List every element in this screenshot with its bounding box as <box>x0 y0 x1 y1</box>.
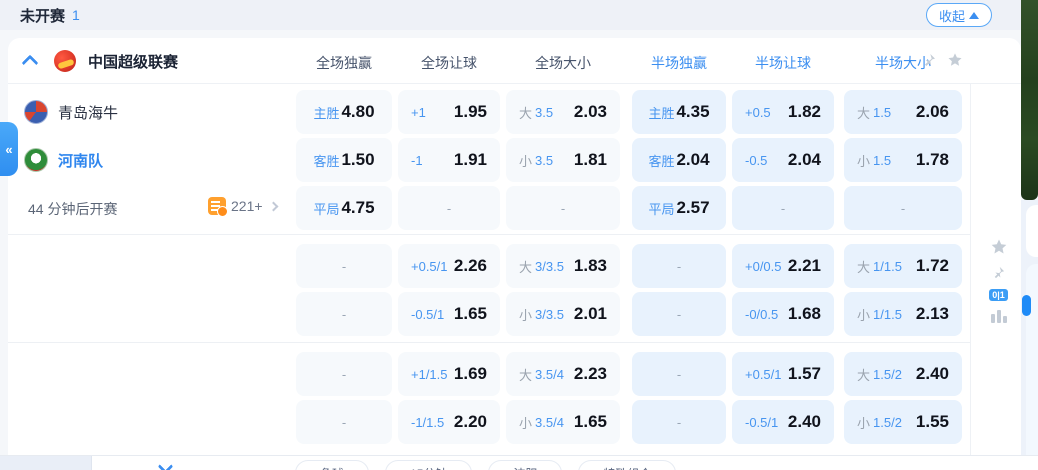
home-team-logo <box>24 100 48 124</box>
odds-cell-r4c2[interactable]: 小3/3.52.01 <box>506 292 620 336</box>
odds-cell-r5c5[interactable]: 大1.5/22.40 <box>844 352 962 396</box>
odds-cell-r3c5[interactable]: 大1/1.51.72 <box>844 244 962 288</box>
pin-icon[interactable] <box>921 52 937 68</box>
odds-cell-r3c2[interactable]: 大3/3.51.83 <box>506 244 620 288</box>
match-count: 1 <box>72 7 80 23</box>
more-markets-link[interactable]: 221+ <box>208 197 277 215</box>
odds-cell-r2c2: - <box>506 186 620 230</box>
odds-cell-r3c0: - <box>296 244 392 288</box>
right-blue-button-edge[interactable] <box>1022 295 1031 316</box>
odds-cell-r3c1[interactable]: +0.5/12.26 <box>398 244 500 288</box>
odds-cell-r2c1: - <box>398 186 500 230</box>
odds-cell-r5c0: - <box>296 352 392 396</box>
favorite-star-icon[interactable] <box>990 238 1008 256</box>
draw-row: 44 分钟后开赛 221+ 平局4.75--平局2.57-- <box>8 184 970 232</box>
odds-cell-r6c1[interactable]: -1/1.52.20 <box>398 400 500 444</box>
odds-cell-r1c3[interactable]: 客胜2.04 <box>632 138 726 182</box>
right-panel-edge <box>1026 205 1038 257</box>
pitch-photo-edge <box>1021 0 1038 200</box>
home-team-name: 青岛海牛 <box>58 102 118 123</box>
odds-cell-r5c2[interactable]: 大3.5/42.23 <box>506 352 620 396</box>
row-group-divider <box>8 342 970 343</box>
markets-icon <box>208 197 226 215</box>
score-toggle-badge[interactable]: 0|1 <box>989 289 1008 301</box>
kickoff-countdown: 44 分钟后开赛 <box>28 199 117 219</box>
odds-cell-r1c1[interactable]: -11.91 <box>398 138 500 182</box>
market-tabs-bar: 角球 15分钟 波胆 特殊组合 <box>0 455 1038 470</box>
odds-cell-r4c5[interactable]: 小1/1.52.13 <box>844 292 962 336</box>
column-header-2: 全场大小 <box>506 53 620 73</box>
home-team-row: 青岛海牛 主胜4.80+11.95大3.52.03 主胜4.35+0.51.82大… <box>8 88 970 136</box>
odds-cell-r0c4[interactable]: +0.51.82 <box>732 90 834 134</box>
column-header-0: 全场独赢 <box>296 53 392 73</box>
odds-cell-r5c4[interactable]: +0.5/11.57 <box>732 352 834 396</box>
triangle-up-icon <box>969 12 979 19</box>
chevron-up-icon[interactable] <box>24 54 36 66</box>
odds-cell-r3c3: - <box>632 244 726 288</box>
odds-cell-r6c4[interactable]: -0.5/12.40 <box>732 400 834 444</box>
odds-cell-r5c3: - <box>632 352 726 396</box>
bottom-left-panel <box>0 456 92 470</box>
status-label: 未开赛 <box>20 5 65 26</box>
column-header-1: 全场让球 <box>398 53 500 73</box>
collapse-label: 收起 <box>939 6 965 25</box>
odds-cell-r4c1[interactable]: -0.5/11.65 <box>398 292 500 336</box>
chevron-right-icon <box>268 201 278 211</box>
odds-cell-r1c4[interactable]: -0.52.04 <box>732 138 834 182</box>
stats-chart-icon[interactable] <box>991 310 1007 323</box>
odds-cell-r1c2[interactable]: 小3.51.81 <box>506 138 620 182</box>
column-header-3: 半场独赢 <box>632 53 726 73</box>
odds-cell-r2c4: - <box>732 186 834 230</box>
league-logo <box>54 50 76 72</box>
odds-cell-r4c4[interactable]: -0/0.51.68 <box>732 292 834 336</box>
sidebar-collapse-tab[interactable]: « <box>0 122 18 176</box>
odds-cell-r0c3[interactable]: 主胜4.35 <box>632 90 726 134</box>
odds-cell-r0c5[interactable]: 大1.52.06 <box>844 90 962 134</box>
header-divider <box>8 83 1021 84</box>
odds-cell-r0c2[interactable]: 大3.52.03 <box>506 90 620 134</box>
market-tab-3[interactable]: 特殊组合 <box>578 460 676 470</box>
odds-cell-r2c0[interactable]: 平局4.75 <box>296 186 392 230</box>
alt-odds-row: --1/1.52.20小3.5/41.65--0.5/12.40小1.5/21.… <box>8 398 970 446</box>
odds-cell-r1c0[interactable]: 客胜1.50 <box>296 138 392 182</box>
market-tab-0[interactable]: 角球 <box>295 460 369 470</box>
alt-odds-row: -+1/1.51.69大3.5/42.23-+0.5/11.57大1.5/22.… <box>8 350 970 398</box>
odds-cell-r1c5[interactable]: 小1.51.78 <box>844 138 962 182</box>
league-name: 中国超级联赛 <box>88 51 178 72</box>
chevron-down-icon[interactable] <box>160 461 174 470</box>
status-filter-bar: 未开赛 1 <box>0 0 1021 30</box>
odds-cell-r4c3: - <box>632 292 726 336</box>
odds-cell-r6c2[interactable]: 小3.5/41.65 <box>506 400 620 444</box>
alt-odds-row: --0.5/11.65小3/3.52.01--0/0.51.68小1/1.52.… <box>8 290 970 338</box>
league-odds-card: 中国超级联赛 全场独赢全场让球全场大小半场独赢半场让球半场大小 青岛海牛 主胜4… <box>8 38 1021 455</box>
star-icon[interactable] <box>947 52 963 68</box>
away-team-name[interactable]: 河南队 <box>58 150 103 171</box>
odds-cell-r0c0[interactable]: 主胜4.80 <box>296 90 392 134</box>
odds-cell-r6c0: - <box>296 400 392 444</box>
market-tab-1[interactable]: 15分钟 <box>385 460 472 470</box>
odds-cell-r6c5[interactable]: 小1.5/21.55 <box>844 400 962 444</box>
collapse-button[interactable]: 收起 <box>926 3 992 27</box>
odds-cell-r5c1[interactable]: +1/1.51.69 <box>398 352 500 396</box>
odds-cell-r0c1[interactable]: +11.95 <box>398 90 500 134</box>
row-group-divider <box>8 234 970 235</box>
pin-match-icon[interactable] <box>991 265 1006 280</box>
odds-cell-r3c4[interactable]: +0/0.52.21 <box>732 244 834 288</box>
double-chevron-left-icon: « <box>5 142 12 157</box>
odds-cell-r2c3[interactable]: 平局2.57 <box>632 186 726 230</box>
away-team-logo <box>24 148 48 172</box>
market-tab-2[interactable]: 波胆 <box>488 460 562 470</box>
odds-cell-r6c3: - <box>632 400 726 444</box>
gutter-divider <box>970 84 971 455</box>
away-team-row: 河南队 客胜1.50-11.91小3.51.81 客胜2.04-0.52.04小1… <box>8 136 970 184</box>
column-header-4: 半场让球 <box>732 53 834 73</box>
markets-count: 221+ <box>231 198 263 214</box>
league-header: 中国超级联赛 全场独赢全场让球全场大小半场独赢半场让球半场大小 <box>8 38 1021 84</box>
alt-odds-row: -+0.5/12.26大3/3.51.83-+0/0.52.21大1/1.51.… <box>8 242 970 290</box>
odds-cell-r2c5: - <box>844 186 962 230</box>
odds-cell-r4c0: - <box>296 292 392 336</box>
